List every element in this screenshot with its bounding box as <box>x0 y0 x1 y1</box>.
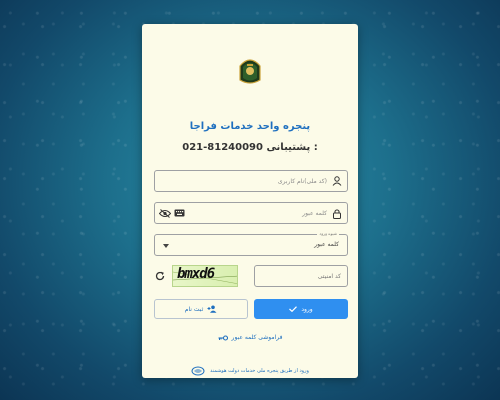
user-plus-icon <box>207 305 217 313</box>
page-title: پنجره واحد خدمات فراجا <box>189 121 311 132</box>
chevron-down-icon <box>163 243 169 248</box>
user-icon <box>331 175 343 187</box>
login-method-select[interactable]: شیوه ورود کلمه عبور <box>154 231 348 256</box>
captcha-input[interactable] <box>261 266 341 286</box>
keyboard-icon[interactable] <box>173 208 185 218</box>
login-method-label: شیوه ورود <box>317 231 339 236</box>
check-icon <box>289 306 298 312</box>
password-field[interactable] <box>154 202 348 224</box>
captcha-text: bmxd6 <box>177 266 215 282</box>
key-icon <box>218 334 228 341</box>
login-method-value: کلمه عبور <box>314 241 339 248</box>
password-input[interactable] <box>195 203 327 223</box>
login-card: پنجره واحد خدمات فراجا 021-81240090 : پش… <box>142 24 358 378</box>
forgot-password-link[interactable]: فراموشی کلمه عبور <box>142 334 358 341</box>
login-button[interactable]: ورود <box>254 299 348 319</box>
lock-icon <box>331 207 343 219</box>
support-phone: 021-81240090 : پشتیبانی <box>142 142 358 153</box>
register-label: ثبت نام <box>184 305 204 313</box>
police-emblem-icon <box>239 59 261 84</box>
forgot-label: فراموشی کلمه عبور <box>231 334 283 341</box>
support-number: 021-81240090 <box>182 142 263 153</box>
login-label: ورود <box>301 305 313 313</box>
eye-slash-icon[interactable] <box>158 208 171 218</box>
username-input[interactable] <box>161 171 327 191</box>
support-label: : پشتیبانی <box>266 142 318 153</box>
username-field[interactable] <box>154 170 348 192</box>
gov-login-link[interactable]: ورود از طریق پنجره ملی خدمات دولت هوشمند <box>142 366 358 376</box>
refresh-icon[interactable] <box>154 270 166 282</box>
gov-login-label: ورود از طریق پنجره ملی خدمات دولت هوشمند <box>210 368 309 374</box>
captcha-field[interactable] <box>254 265 348 287</box>
gov-window-logo-icon <box>191 366 205 376</box>
register-button[interactable]: ثبت نام <box>154 299 248 319</box>
captcha-image: bmxd6 <box>172 265 238 287</box>
